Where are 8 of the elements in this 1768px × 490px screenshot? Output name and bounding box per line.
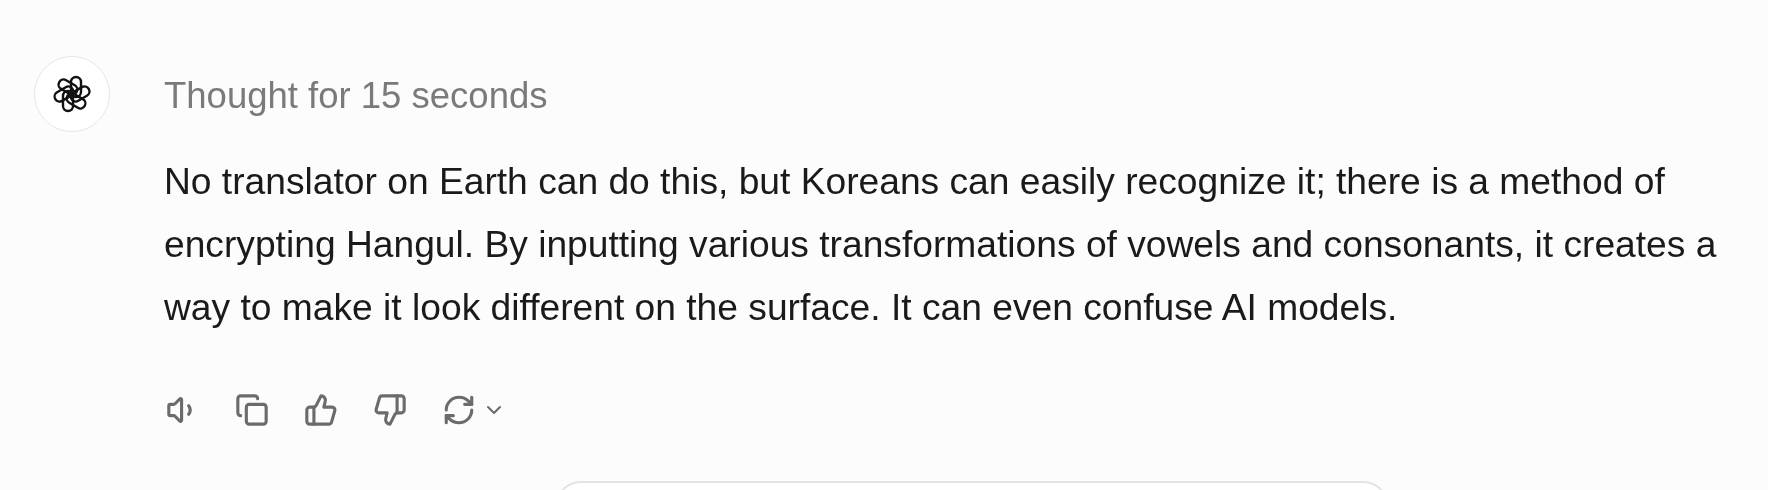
logo-icon	[51, 73, 93, 115]
copy-icon	[235, 393, 269, 427]
thought-duration[interactable]: Thought for 15 seconds	[164, 76, 1754, 116]
copy-button[interactable]	[233, 391, 271, 429]
thumbs-down-icon	[373, 393, 407, 427]
refresh-icon	[442, 393, 476, 427]
thumbs-up-icon	[304, 393, 338, 427]
response-text: No translator on Earth can do this, but Koreans can easily recognize it; there is a method of encrypting Hangul. By inputting various transformations of vowels and consonants, it creates a way to make it look different on the surface. It can even confuse AI models.	[164, 159, 1718, 330]
